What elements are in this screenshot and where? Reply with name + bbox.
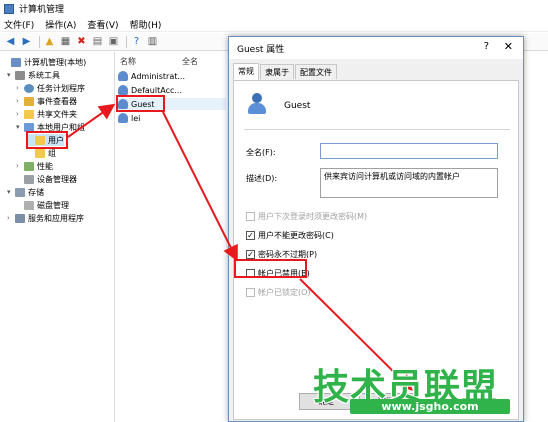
help-icon[interactable]: ? [130,35,143,48]
menu-view[interactable]: 查看(V) [87,18,118,31]
tree-item-label: 设备管理器 [37,174,77,184]
cannot-change-password-checkbox[interactable]: ✓ 用户不能更改密码(C) [246,230,334,241]
dialog-titlebar: Guest 属性 [229,37,523,59]
tree-item-device-manager[interactable]: 设备管理器 [16,173,77,185]
checkbox-label: 帐户已锁定(O) [258,288,311,297]
expand-chevron-icon[interactable]: › [7,214,15,222]
checkmark-icon: ✓ [246,230,255,240]
expand-chevron-icon[interactable]: ▾ [7,188,15,196]
clock-icon [24,83,34,93]
fullname-field[interactable] [320,143,498,159]
expand-chevron-icon[interactable]: › [16,84,24,92]
checkmark-icon: ✓ [246,249,255,259]
tree-item-label: 服务和应用程序 [28,213,84,223]
toolbar-divider [126,35,127,48]
column-header-fullname[interactable]: 全名 [182,56,198,67]
tree-item-label: 事件查看器 [37,96,77,106]
close-icon[interactable]: ✕ [504,40,513,53]
watermark-url: www.jsgho.com [350,399,510,414]
user-icon [246,93,268,115]
divider [244,129,510,130]
menu-bar: 文件(F) 操作(A) 查看(V) 帮助(H) [0,17,548,32]
tools-icon [15,70,25,80]
checkbox-label: 用户下次登录时须更改密码(M) [258,212,368,221]
export-list-icon[interactable]: ▣ [107,35,120,48]
expand-chevron-icon[interactable]: › [16,162,24,170]
navigation-tree: 计算机管理(本地) ▾ 系统工具 › 任务计划程序 › 事件查看器 › 共享文件… [0,52,115,422]
tree-item-label: 组 [48,148,56,158]
tab-profile[interactable]: 配置文件 [295,64,337,79]
list-item[interactable]: Administrat... [118,70,185,82]
device-manager-icon [24,174,34,184]
must-change-password-checkbox[interactable]: 用户下次登录时须更改密码(M) [246,211,367,222]
tree-item-shared-folders[interactable]: › 共享文件夹 [16,108,77,120]
highlight-users-node [26,131,68,149]
list-item[interactable]: lei [118,112,140,124]
checkbox-box [246,288,255,297]
up-folder-icon[interactable]: ▲ [43,35,56,48]
forward-arrow-icon[interactable]: ▶ [20,35,33,48]
disk-icon [24,200,34,210]
tree-item-task-scheduler[interactable]: › 任务计划程序 [16,82,85,94]
delete-icon[interactable]: ✖ [75,35,88,48]
services-icon [15,213,25,223]
list-item-label: Administrat... [131,71,185,81]
console-icon[interactable]: ▥ [146,35,159,48]
toolbar-divider [39,35,40,48]
checkbox-box [246,212,255,221]
tree-item-label: 任务计划程序 [37,83,85,93]
user-icon [118,71,128,81]
tree-item-label: 系统工具 [28,70,60,80]
highlight-account-disabled [234,259,307,278]
window-title: 计算机管理 [19,5,65,15]
tree-item-services-applications[interactable]: › 服务和应用程序 [7,212,84,224]
computer-icon [11,57,21,67]
expand-chevron-icon[interactable]: › [16,110,24,118]
expand-chevron-icon[interactable]: ▾ [7,71,15,79]
tree-item-performance[interactable]: › 性能 [16,160,53,172]
column-header-name[interactable]: 名称 [120,56,136,67]
expand-chevron-icon[interactable]: ▾ [16,123,24,131]
tree-item-event-viewer[interactable]: › 事件查看器 [16,95,77,107]
checkbox-label: 用户不能更改密码(C) [258,231,334,240]
storage-icon [15,187,25,197]
menu-file[interactable]: 文件(F) [4,18,34,31]
computer-management-icon [4,3,14,14]
tree-item-label: 共享文件夹 [37,109,77,119]
user-icon [118,85,128,95]
description-label: 描述(D): [246,174,278,183]
event-icon [24,96,34,106]
dialog-tabs: 常规 隶属于 配置文件 [233,63,338,80]
highlight-guest-item [116,95,165,112]
tree-item-computer-management[interactable]: 计算机管理(本地) [3,56,86,68]
tree-item-disk-management[interactable]: 磁盘管理 [16,199,69,211]
dialog-title: Guest 属性 [237,44,285,55]
description-field[interactable]: 供来宾访问计算机或访问域的内置帐户 [320,168,498,198]
folder-icon [35,148,45,158]
expand-chevron-icon[interactable]: › [16,97,24,105]
show-tree-icon[interactable]: ▦ [59,35,72,48]
fullname-label: 全名(F): [246,148,276,157]
window-titlebar: 计算机管理 [0,0,548,17]
tab-general[interactable]: 常规 [233,63,259,80]
tree-item-label: 存储 [28,187,44,197]
user-icon [118,113,128,123]
tree-item-system-tools[interactable]: ▾ 系统工具 [7,69,60,81]
properties-icon[interactable]: ▤ [91,35,104,48]
menu-action[interactable]: 操作(A) [45,18,76,31]
user-name: Guest [284,101,311,111]
back-arrow-icon[interactable]: ◀ [4,35,17,48]
tree-item-storage[interactable]: ▾ 存储 [7,186,44,198]
tree-item-label: 计算机管理(本地) [24,57,87,67]
tree-item-label: 性能 [37,161,53,171]
tab-member-of[interactable]: 隶属于 [260,64,294,79]
list-item-label: lei [131,113,141,123]
menu-help[interactable]: 帮助(H) [130,18,162,31]
help-icon[interactable]: ? [484,41,489,52]
list-item-label: DefaultAcc... [131,85,182,95]
tree-item-label: 磁盘管理 [37,200,69,210]
folder-icon [24,109,34,119]
performance-icon [24,161,34,171]
account-locked-checkbox[interactable]: 帐户已锁定(O) [246,287,311,298]
